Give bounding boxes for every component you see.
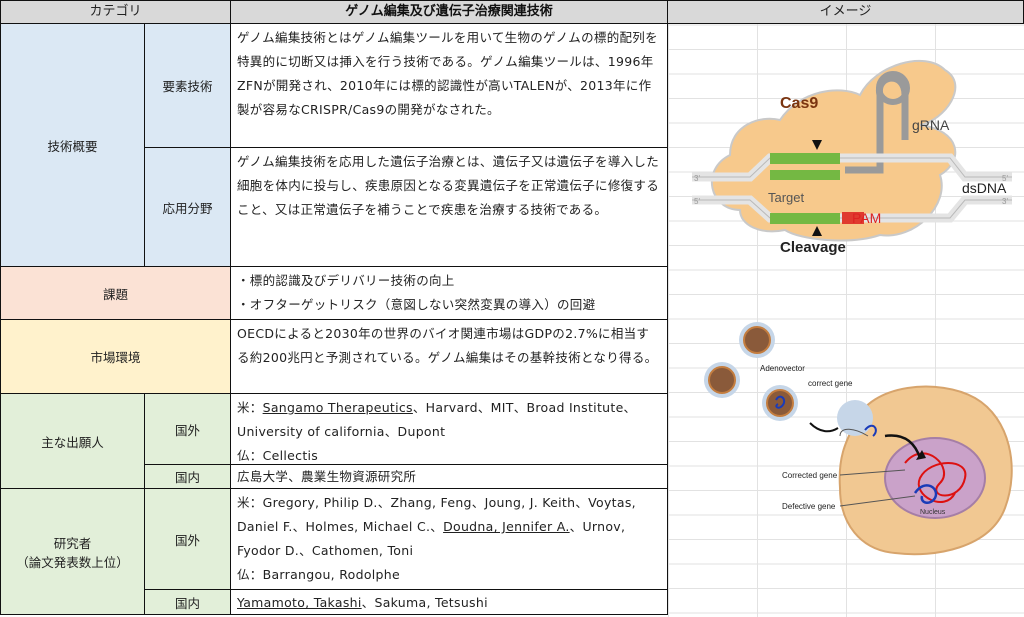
header-title[interactable]: ゲノム編集及び遺伝子治療関連技術 xyxy=(230,0,668,24)
nucleus xyxy=(884,437,986,519)
issues-label[interactable]: 課題 xyxy=(0,266,231,320)
researchers-domestic-rest: 、Sakuma, Tetsushi xyxy=(361,595,488,610)
dsdna-label: dsDNA xyxy=(962,180,1007,196)
target-grna-pair xyxy=(770,170,840,180)
researchers-domestic-label[interactable]: 国内 xyxy=(144,589,231,615)
target-bottom xyxy=(770,213,840,224)
application-text[interactable]: ゲノム編集技術を応用した遺伝子治療とは、遺伝子又は遺伝子を導入した細胞を体内に投… xyxy=(230,147,668,267)
crispr-cas9-diagram: Cas9 gRNA dsDNA Target PAM Cleavage 3' 5… xyxy=(692,60,1012,256)
correct-gene-label: correct gene xyxy=(808,379,853,388)
applicants-domestic-text[interactable]: 広島大学、農業生物資源研究所 xyxy=(230,464,668,489)
applicants-sangamo: Sangamo Therapeutics xyxy=(262,400,413,415)
cas9-label: Cas9 xyxy=(780,95,818,112)
applicants-us-prefix: 米： xyxy=(237,400,263,415)
adenovector-1 xyxy=(739,322,775,358)
applicants-fr: 仏：Cellectis xyxy=(237,448,319,463)
corrected-gene-label: Corrected gene xyxy=(782,471,838,480)
element-tech-text[interactable]: ゲノム編集技術とはゲノム編集ツールを用いて生物のゲノムの標的配列を特異的に切断又… xyxy=(230,23,668,148)
cleavage-label: Cleavage xyxy=(780,239,846,256)
issue-item-1: ・標的認識及びデリバリー技術の向上 xyxy=(237,273,455,288)
applicants-domestic-label[interactable]: 国内 xyxy=(144,464,231,489)
element-tech-label[interactable]: 要素技術 xyxy=(144,23,231,148)
spreadsheet: カテゴリ ゲノム編集及び遺伝子治療関連技術 イメージ 技術概要 要素技術 ゲノム… xyxy=(0,0,1024,617)
researchers-doudna: Doudna, Jennifer A. xyxy=(443,519,570,534)
applicants-label[interactable]: 主な出願人 xyxy=(0,393,145,489)
dna-end-label-bottom-right: 3' xyxy=(1002,197,1008,206)
researchers-label[interactable]: 研究者 （論文発表数上位） xyxy=(0,488,145,615)
applicants-foreign-label[interactable]: 国外 xyxy=(144,393,231,465)
dna-end-label-bottom-left: 5' xyxy=(694,197,700,206)
header-image[interactable]: イメージ xyxy=(667,0,1024,24)
target-label: Target xyxy=(768,190,805,205)
dna-end-label-top-left: 3' xyxy=(694,174,700,183)
nucleus-label: Nucleus xyxy=(920,509,946,516)
grna-label: gRNA xyxy=(912,117,950,133)
application-label[interactable]: 応用分野 xyxy=(144,147,231,267)
market-label[interactable]: 市場環境 xyxy=(0,319,231,394)
adenovector-2 xyxy=(704,362,740,398)
issues-cell[interactable]: ・標的認識及びデリバリー技術の向上 ・オフターゲットリスク（意図しない突然変異の… xyxy=(230,266,668,320)
researchers-domestic-text[interactable]: Yamamoto, Takashi、Sakuma, Tetsushi xyxy=(230,589,668,615)
researchers-label-1: 研究者 xyxy=(53,535,92,551)
researchers-foreign-label[interactable]: 国外 xyxy=(144,488,231,590)
applicants-foreign-text[interactable]: 米：Sangamo Therapeutics、Harvard、MIT、Broad… xyxy=(230,393,668,465)
issue-item-2: ・オフターゲットリスク（意図しない突然変異の導入）の回避 xyxy=(237,297,596,312)
researchers-foreign-text[interactable]: 米：Gregory, Philip D.、Zhang, Feng、Joung, … xyxy=(230,488,668,590)
gene-therapy-diagram: Adenovector correct gene Corrected gene … xyxy=(704,322,1013,556)
adenovector-3 xyxy=(762,385,798,421)
researchers-label-2: （論文発表数上位） xyxy=(16,554,129,570)
overview-label[interactable]: 技術概要 xyxy=(0,23,145,267)
target-top xyxy=(770,153,840,164)
adenovector-label: Adenovector xyxy=(760,364,805,373)
market-text[interactable]: OECDによると2030年の世界のバイオ関連市場はGDPの2.7%に相当する約2… xyxy=(230,319,668,394)
defective-gene-label: Defective gene xyxy=(782,502,836,511)
header-category[interactable]: カテゴリ xyxy=(0,0,231,24)
researchers-fr: 仏：Barrangou, Rodolphe xyxy=(237,567,401,582)
entry-arrow xyxy=(809,422,839,433)
dna-end-label-top-right: 5' xyxy=(1002,174,1008,183)
pam-label: PAM xyxy=(852,210,881,226)
researchers-yamamoto: Yamamoto, Takashi xyxy=(237,595,362,610)
